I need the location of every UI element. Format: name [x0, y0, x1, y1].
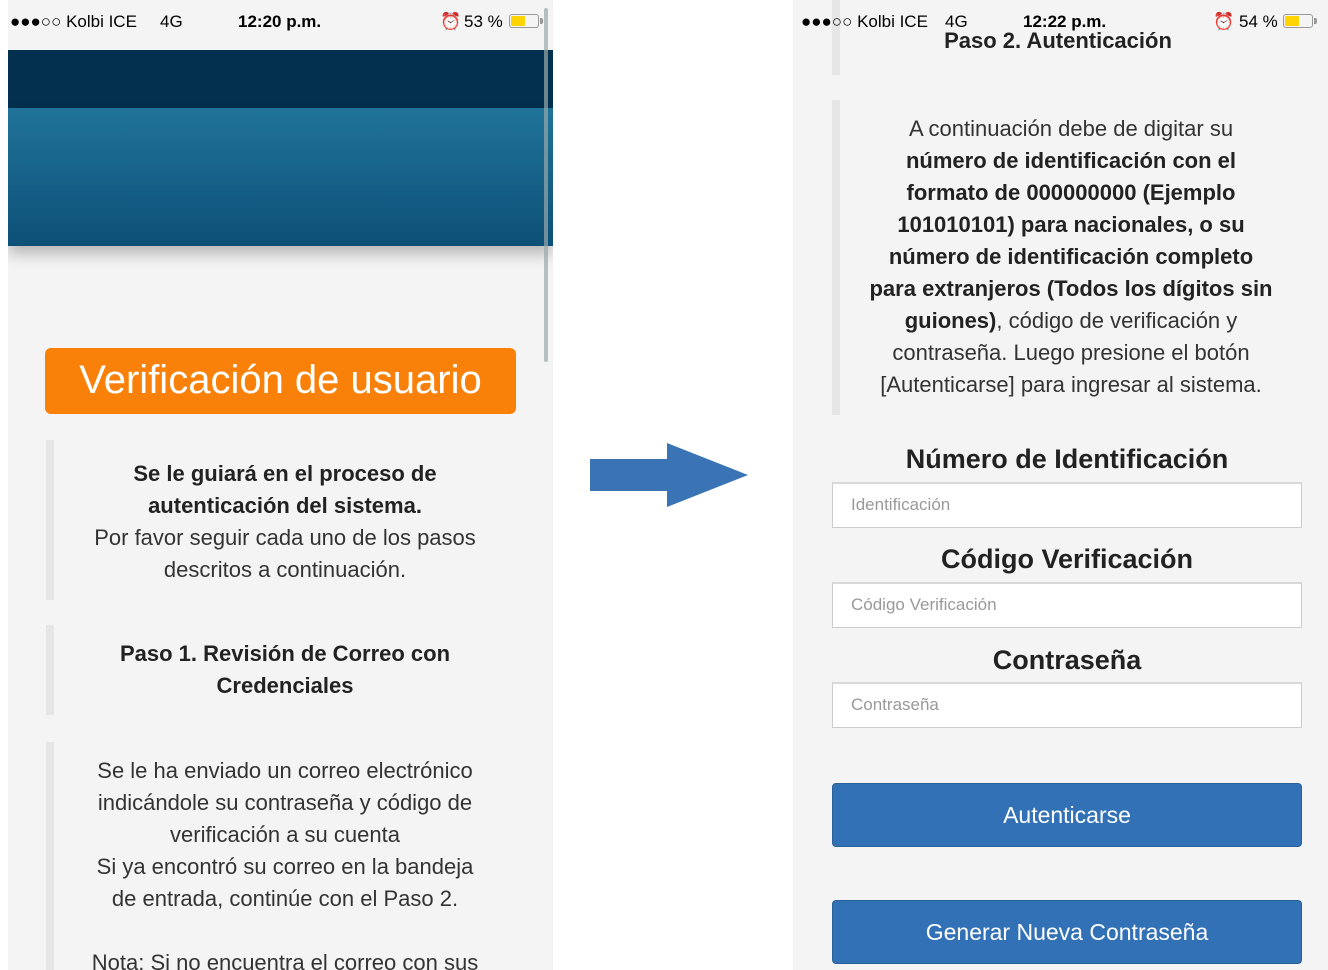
step1-body: Se le ha enviado un correo electrónico i… — [46, 742, 516, 970]
id-label: Número de Identificación — [905, 444, 1229, 474]
intro-line: descritos a continuación. — [163, 557, 407, 582]
generate-password-button[interactable]: Generar Nueva Contraseña — [832, 900, 1302, 964]
password-label: Contraseña — [992, 645, 1142, 675]
top-navbar — [8, 50, 553, 108]
network-label: 4G — [160, 12, 183, 31]
intro-line: Por favor seguir cada uno de los pasos — [94, 525, 476, 550]
step1-heading: Paso 1. Revisión de Correo con Credencia… — [46, 625, 516, 715]
step1-line: Credenciales — [216, 673, 354, 698]
instructions-block: A continuación debe de digitar su número… — [832, 100, 1302, 415]
id-example: 101010101 — [897, 212, 1008, 237]
scrollbar[interactable] — [544, 8, 548, 362]
instr-text: ) para nacionales, o su — [1007, 212, 1245, 237]
time-label: 12:20 p.m. — [238, 12, 322, 31]
instr-text: contraseña. Luego presione el botón — [892, 340, 1250, 365]
password-input[interactable]: Contraseña — [832, 682, 1302, 728]
body-line: Si ya encontró su correo en la bandeja — [96, 854, 474, 879]
instr-text: número de identificación completo — [888, 244, 1254, 269]
phone-screen-right: ●●●○○ Kolbi ICE 4G 12:22 p.m. ⏰ 54 % Pas… — [793, 0, 1328, 970]
phone-screen-left: ●●●○○ Kolbi ICE 4G 12:20 p.m. ⏰ 53 % Ver… — [8, 0, 553, 970]
battery-icon — [509, 14, 543, 28]
instr-text: A continuación debe de digitar su — [908, 116, 1234, 141]
page-title: Verificación de usuario — [45, 348, 516, 414]
intro-block: Se le guiará en el proceso de autenticac… — [46, 440, 516, 600]
battery-icon — [1283, 14, 1317, 28]
step2-heading: Paso 2. Autenticación — [944, 28, 1172, 53]
id-input[interactable]: Identificación — [832, 482, 1302, 528]
body-line: de entrada, continúe con el Paso 2. — [111, 886, 459, 911]
instr-text: (Ejemplo — [1136, 180, 1236, 205]
carrier-label: ●●●○○ Kolbi ICE — [10, 12, 137, 31]
body-line: Se le ha enviado un correo electrónico — [97, 758, 473, 783]
instr-text: , código de verificación y — [996, 308, 1238, 333]
body-line: verificación a su cuenta — [170, 822, 400, 847]
step1-line: Paso 1. Revisión de Correo con — [119, 641, 451, 666]
instr-text: para extranjeros (Todos los dígitos sin — [869, 276, 1273, 301]
format-example: 000000000 — [1026, 180, 1137, 205]
body-line: indicándole su contraseña y código de — [97, 790, 473, 815]
status-bar: ●●●○○ Kolbi ICE 4G 12:20 p.m. ⏰ 53 % — [8, 0, 553, 44]
instr-text: [Autenticarse] para ingresar al sistema. — [880, 372, 1262, 397]
header-banner — [8, 108, 553, 246]
instr-text: número de identificación con el — [905, 148, 1237, 173]
arrow-right-icon — [590, 443, 748, 507]
body-line: Nota: Si no encuentra el correo con sus — [91, 950, 479, 970]
code-input[interactable]: Código Verificación — [832, 582, 1302, 628]
instr-text: guiones) — [904, 308, 997, 333]
intro-line: Se le guiará en el proceso de — [133, 461, 437, 486]
alarm-icon: ⏰ — [440, 12, 462, 31]
intro-line: autenticación del sistema. — [148, 493, 422, 518]
battery-percent: 53 % — [464, 12, 503, 31]
authenticate-button[interactable]: Autenticarse — [832, 783, 1302, 847]
code-label: Código Verificación — [940, 544, 1194, 574]
instr-text: formato de — [906, 180, 1027, 205]
